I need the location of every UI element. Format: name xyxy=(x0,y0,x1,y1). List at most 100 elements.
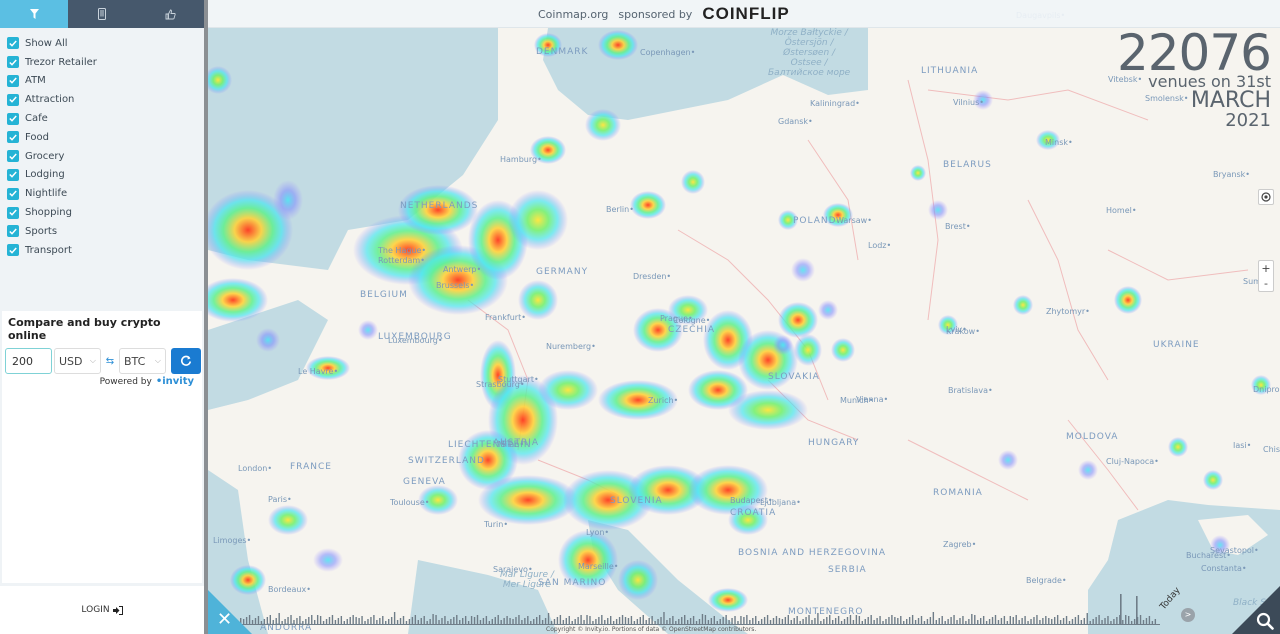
timeline-bar xyxy=(281,621,283,624)
invity-logo[interactable]: •invity xyxy=(156,376,194,387)
timeline-play-button[interactable]: > xyxy=(1181,608,1195,622)
heat-blob xyxy=(530,136,566,164)
timeline-bar xyxy=(849,615,852,624)
site-name[interactable]: Coinmap.org xyxy=(538,8,608,21)
from-currency-select[interactable]: USD ⌵ xyxy=(54,348,101,374)
checkbox[interactable] xyxy=(7,206,19,219)
timeline-bar xyxy=(1062,618,1065,624)
heat-blob xyxy=(598,30,638,60)
timeline-bar xyxy=(1080,620,1083,624)
checkbox[interactable] xyxy=(7,150,19,163)
checkbox[interactable] xyxy=(7,187,19,200)
timeline-bars[interactable] xyxy=(240,586,1175,626)
timeline-bar xyxy=(580,615,582,624)
sponsor-logo[interactable]: COINFLIP xyxy=(702,4,789,24)
timeline-bar xyxy=(832,620,834,624)
checkbox[interactable] xyxy=(7,225,19,238)
filter-item[interactable]: Lodging xyxy=(0,166,204,185)
checkbox[interactable] xyxy=(7,93,19,106)
heat-blob xyxy=(418,485,458,515)
timeline-bar xyxy=(1110,621,1112,624)
timeline-bar xyxy=(296,618,298,624)
timeline-bar xyxy=(287,617,289,624)
timeline-bar xyxy=(518,615,520,624)
timeline-bar xyxy=(1113,619,1115,624)
tab-filter[interactable] xyxy=(0,0,68,28)
filter-label: Show All xyxy=(25,37,68,49)
checkbox[interactable] xyxy=(7,112,19,125)
filter-label: Food xyxy=(25,131,49,143)
filter-item[interactable]: Nightlife xyxy=(0,184,204,203)
timeline-bar xyxy=(343,621,345,624)
filter-item[interactable]: Grocery xyxy=(0,147,204,166)
amount-input[interactable]: 200 xyxy=(5,348,52,374)
filter-item[interactable]: Attraction xyxy=(0,90,204,109)
timeline-bar xyxy=(586,615,588,624)
checkbox[interactable] xyxy=(7,56,19,69)
filter-item[interactable]: Shopping xyxy=(0,203,204,222)
filter-item[interactable]: ATM xyxy=(0,72,204,91)
timeline-bar xyxy=(988,619,991,624)
timeline-bar xyxy=(719,619,721,624)
checkbox[interactable] xyxy=(7,131,19,144)
close-sidebar-button[interactable]: ✕ xyxy=(208,590,252,634)
timeline-bar xyxy=(562,620,565,624)
locate-button[interactable] xyxy=(1258,189,1274,205)
timeline-bar xyxy=(763,617,766,624)
map[interactable]: DENMARK LITHUANIA BELARUS POLAND GERMANY NETH… xyxy=(208,0,1280,634)
checkbox[interactable] xyxy=(7,244,19,257)
timeline-bar xyxy=(846,617,849,624)
checkbox[interactable] xyxy=(7,168,19,181)
checkbox[interactable] xyxy=(7,74,19,87)
timeline-bar xyxy=(740,616,742,624)
timeline-bar xyxy=(299,616,301,624)
tab-mobile[interactable] xyxy=(68,0,136,28)
timeline-bar xyxy=(675,621,677,624)
refresh-icon xyxy=(181,355,192,366)
timeline-bar xyxy=(840,621,843,624)
timeline-bar xyxy=(470,616,473,624)
timeline-bar xyxy=(672,616,674,624)
timeline-bar xyxy=(920,616,923,624)
filter-item[interactable]: Trezor Retailer xyxy=(0,53,204,72)
refresh-button[interactable] xyxy=(171,348,201,374)
timeline-bar xyxy=(358,618,360,624)
heat-blob xyxy=(1203,470,1223,490)
checkbox[interactable] xyxy=(7,37,19,50)
heat-blob xyxy=(818,300,838,320)
timeline-bar xyxy=(604,620,606,624)
login-button[interactable]: LOGIN xyxy=(0,586,204,634)
timeline-bar xyxy=(746,615,748,624)
timeline-bar xyxy=(254,618,257,624)
timeline-bar xyxy=(1122,620,1124,624)
zoom-in-button[interactable]: + xyxy=(1261,261,1270,276)
filter-item[interactable]: Sports xyxy=(0,222,204,241)
timeline-bar xyxy=(728,620,730,624)
invity-widget: Compare and buy crypto online 200 USD ⌵ … xyxy=(2,311,202,583)
timeline-bar xyxy=(577,617,579,624)
timeline[interactable]: Today > xyxy=(240,586,1195,626)
to-currency-select[interactable]: BTC ⌵ xyxy=(119,348,166,374)
heat-blob xyxy=(791,258,815,282)
timeline-bar xyxy=(917,618,920,624)
timeline-bar xyxy=(308,617,310,624)
tab-thumbs-up[interactable] xyxy=(136,0,204,28)
timeline-bar xyxy=(997,620,1000,624)
zoom-out-button[interactable]: - xyxy=(1264,276,1268,291)
timeline-bar xyxy=(1059,620,1062,624)
timeline-spike xyxy=(1120,594,1122,624)
filter-item[interactable]: Food xyxy=(0,128,204,147)
filter-item[interactable]: Cafe xyxy=(0,109,204,128)
swap-icon[interactable]: ⇆ xyxy=(103,356,117,366)
timeline-bar xyxy=(639,617,641,624)
filter-item[interactable]: Show All xyxy=(0,34,204,53)
mobile-icon xyxy=(98,8,106,20)
timeline-bar xyxy=(1107,616,1109,624)
search-button[interactable] xyxy=(1232,586,1280,634)
timeline-bar xyxy=(1068,621,1071,624)
filter-item[interactable]: Transport xyxy=(0,241,204,260)
timeline-bar xyxy=(459,620,461,624)
timeline-bar xyxy=(666,620,668,624)
timeline-bar xyxy=(476,615,479,624)
timeline-bar xyxy=(314,620,316,624)
